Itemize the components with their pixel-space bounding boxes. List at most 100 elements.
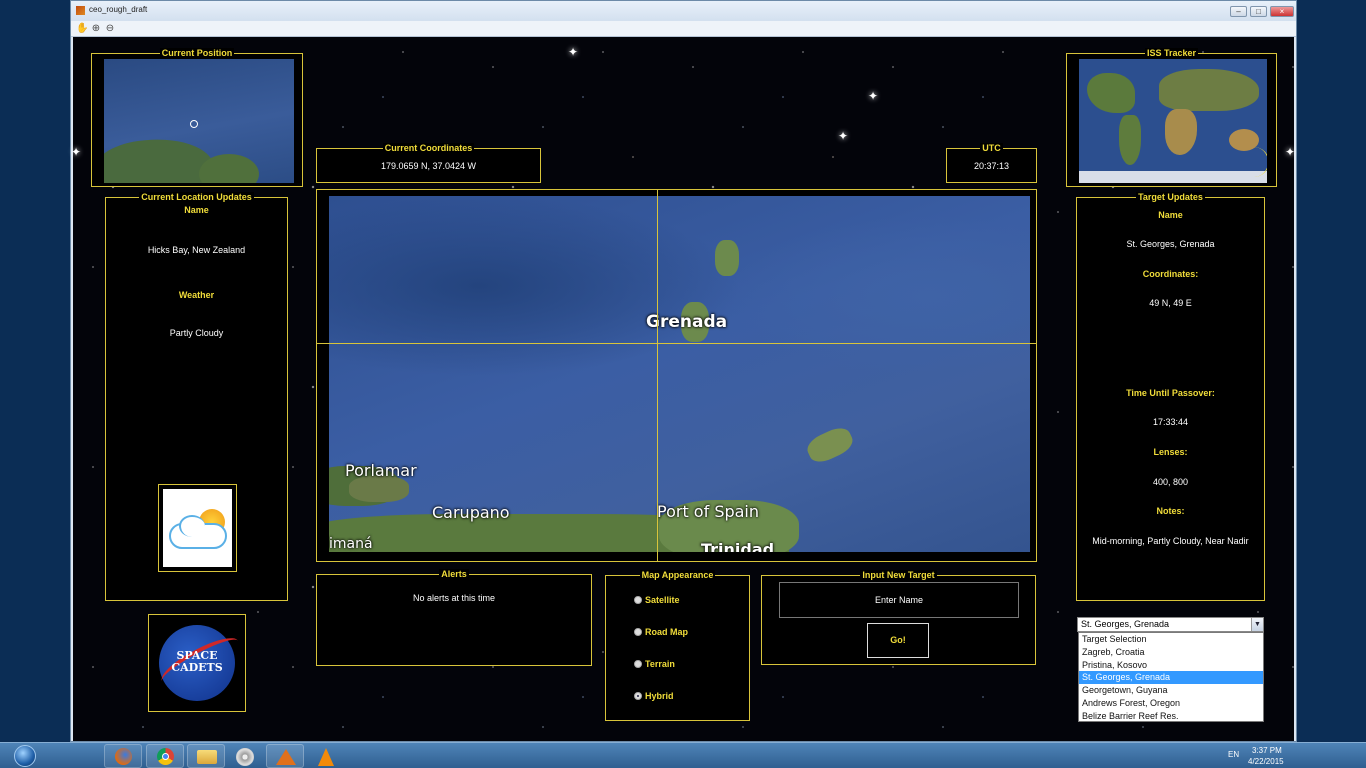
start-orb: [14, 745, 36, 767]
minimize-button[interactable]: –: [1230, 6, 1247, 17]
radio-label: Terrain: [645, 659, 675, 669]
map-label-grenada: Grenada: [646, 312, 728, 332]
current-coordinates-value: 179.0659 N, 37.0424 W: [380, 161, 477, 171]
utc-panel: UTC 20:37:13: [946, 143, 1037, 183]
window-title: ceo_rough_draft: [89, 5, 148, 14]
passover-label: Time Until Passover:: [1126, 388, 1215, 398]
map-label-trinidad: Trinidad: [701, 540, 775, 552]
weather-icon-frame: [158, 484, 237, 572]
map-label-cumana: imaná: [329, 536, 373, 552]
windows-start-icon[interactable]: [4, 743, 44, 768]
language-indicator[interactable]: EN: [1228, 750, 1239, 759]
current-position-map[interactable]: [104, 59, 294, 183]
current-position-panel: Current Position: [91, 48, 303, 187]
radio-button[interactable]: [634, 596, 642, 604]
star-icon: ✦: [71, 145, 82, 159]
firefox-icon[interactable]: [104, 744, 142, 768]
file-explorer-icon[interactable]: [187, 744, 225, 768]
folder-icon: [197, 750, 217, 764]
dropdown-option[interactable]: Georgetown, Guyana: [1079, 684, 1263, 697]
go-button[interactable]: Go!: [867, 623, 929, 658]
radio-button[interactable]: [634, 660, 642, 668]
clock-date[interactable]: 4/22/2015: [1248, 757, 1284, 766]
lenses-value: 400, 800: [1152, 477, 1189, 487]
zoom-in-icon[interactable]: ⊕: [90, 23, 102, 35]
iss-world-map[interactable]: [1079, 59, 1267, 183]
dropdown-option[interactable]: Pristina, Kosovo: [1079, 659, 1263, 672]
iss-tracker-panel: ISS Tracker: [1066, 48, 1277, 187]
weather-label: Weather: [178, 290, 215, 300]
chevron-down-icon[interactable]: ▼: [1251, 618, 1263, 631]
taskbar: EN 3:37 PM 4/22/2015: [0, 742, 1366, 768]
pan-hand-icon[interactable]: ✋: [76, 23, 88, 35]
logo-text: SPACE CADETS: [159, 650, 235, 674]
matlab-logo: [276, 749, 296, 765]
title-bar[interactable]: ceo_rough_draft – □ ×: [71, 1, 1296, 21]
map-label-porlamar: Porlamar: [345, 461, 417, 480]
land-mass: [1079, 171, 1267, 183]
notes-label: Notes:: [1156, 506, 1185, 516]
clock-time[interactable]: 3:37 PM: [1252, 746, 1282, 755]
matlab-icon[interactable]: [266, 744, 304, 768]
grenadines-island: [715, 240, 739, 276]
alerts-message: No alerts at this time: [412, 593, 496, 603]
map-appearance-panel: Map Appearance Satellite Road Map Terrai…: [605, 570, 750, 721]
panel-title: UTC: [980, 143, 1003, 153]
radio-button-selected[interactable]: [634, 692, 642, 700]
panel-title: Input New Target: [860, 570, 937, 580]
vlc-icon[interactable]: [306, 744, 344, 768]
radio-label: Satellite: [645, 595, 680, 605]
panel-title: Map Appearance: [639, 570, 716, 580]
land-mass: [1119, 115, 1141, 165]
star-icon: ✦: [838, 129, 849, 143]
input-target-panel: Input New Target Enter Name Go!: [761, 570, 1036, 665]
crosshair-horizontal: [316, 343, 1037, 344]
dropdown-option[interactable]: Andrews Forest, Oregon: [1079, 697, 1263, 710]
land-mass: [199, 154, 259, 183]
chrome-logo-center: [162, 753, 169, 760]
target-coords-value: 49 N, 49 E: [1149, 298, 1192, 308]
location-name-label: Name: [184, 205, 209, 215]
land-mass: [1087, 73, 1135, 113]
land-mass: [1159, 69, 1259, 111]
main-map[interactable]: Grenada Porlamar Carupano Port of Spain …: [329, 196, 1030, 552]
media-disc-icon[interactable]: [226, 744, 264, 768]
radio-label: Hybrid: [645, 691, 674, 701]
logo-frame: SPACE CADETS: [148, 614, 246, 712]
target-selection-dropdown[interactable]: St. Georges, Grenada ▼: [1077, 617, 1264, 632]
zoom-out-icon[interactable]: ⊖: [104, 23, 116, 35]
lenses-label: Lenses:: [1153, 447, 1188, 457]
radio-label: Road Map: [645, 627, 689, 637]
panel-title: Current Location Updates: [139, 192, 254, 202]
passover-value: 17:33:44: [1152, 417, 1189, 427]
dropdown-option[interactable]: Target Selection: [1079, 633, 1263, 646]
chrome-icon[interactable]: [146, 744, 184, 768]
dropdown-option[interactable]: Belize Barrier Reef Res.: [1079, 710, 1263, 723]
notes-value: Mid-morning, Partly Cloudy, Near Nadir: [1092, 536, 1249, 546]
target-updates-panel: Target Updates Name St. Georges, Grenada…: [1076, 192, 1265, 601]
vlc-cone: [318, 748, 334, 766]
panel-title: Alerts: [439, 569, 469, 579]
panel-title: Current Coordinates: [382, 143, 475, 153]
maximize-button[interactable]: □: [1250, 6, 1267, 17]
current-coordinates-panel: Current Coordinates 179.0659 N, 37.0424 …: [316, 143, 541, 183]
star-icon: ✦: [1285, 145, 1296, 159]
location-name-value: Hicks Bay, New Zealand: [147, 245, 246, 255]
partly-cloudy-icon: [163, 489, 232, 567]
radio-button[interactable]: [634, 628, 642, 636]
close-button[interactable]: ×: [1270, 6, 1294, 17]
target-name-label: Name: [1158, 210, 1183, 220]
firefox-logo: [115, 748, 132, 765]
target-name-input[interactable]: Enter Name: [779, 582, 1019, 618]
crosshair-vertical: [657, 189, 658, 562]
star-icon: ✦: [568, 45, 579, 59]
dropdown-option-highlighted[interactable]: St. Georges, Grenada: [1079, 671, 1263, 685]
weather-value: Partly Cloudy: [169, 328, 224, 338]
dropdown-option[interactable]: Zagreb, Croatia: [1079, 646, 1263, 659]
map-label-port-of-spain: Port of Spain: [657, 502, 760, 521]
land-mass: [1165, 109, 1197, 155]
utc-value: 20:37:13: [973, 161, 1010, 171]
target-name-value: St. Georges, Grenada: [1126, 239, 1215, 249]
tobago-island: [803, 423, 857, 467]
current-location-panel: Current Location Updates Name Hicks Bay,…: [105, 192, 288, 601]
